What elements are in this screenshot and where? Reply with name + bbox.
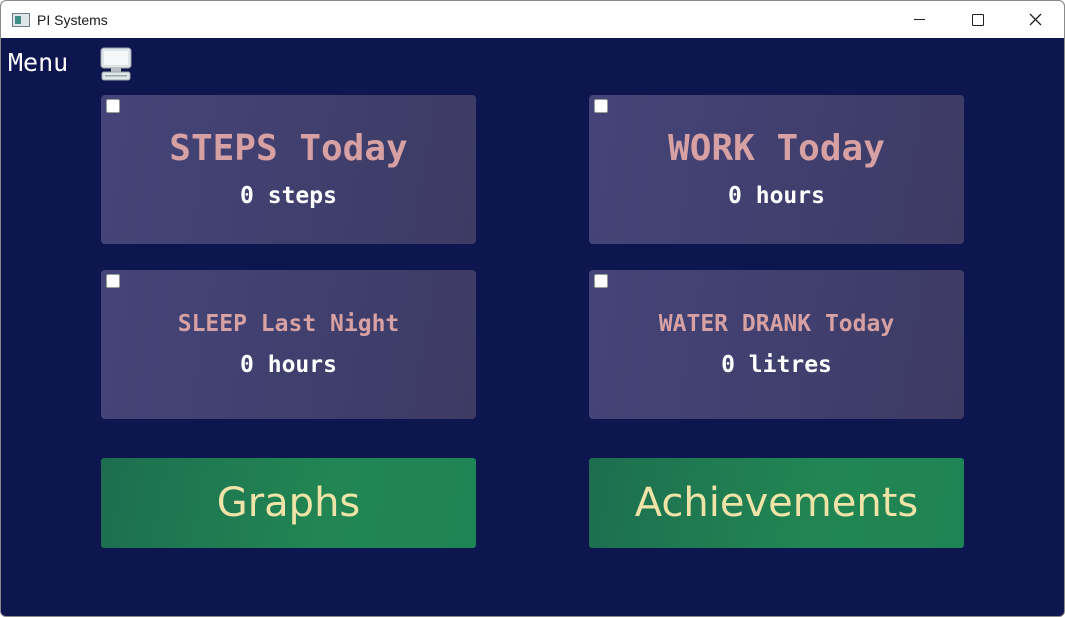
close-icon bbox=[1029, 13, 1042, 26]
graphs-button[interactable]: Graphs bbox=[101, 458, 476, 548]
sleep-card: SLEEP Last Night 0 hours bbox=[101, 270, 476, 419]
window-controls bbox=[890, 1, 1064, 38]
sleep-value: 0 hours bbox=[240, 352, 337, 378]
minimize-button[interactable] bbox=[890, 1, 948, 38]
water-card: WATER DRANK Today 0 litres bbox=[589, 270, 964, 419]
close-button[interactable] bbox=[1006, 1, 1064, 38]
sleep-title: SLEEP Last Night bbox=[177, 311, 400, 337]
work-checkbox[interactable] bbox=[594, 99, 608, 113]
work-card: WORK Today 0 hours bbox=[589, 95, 964, 244]
water-checkbox[interactable] bbox=[594, 274, 608, 288]
title-bar[interactable]: PI Systems bbox=[1, 1, 1064, 38]
computer-icon[interactable] bbox=[99, 46, 133, 82]
steps-title: STEPS Today bbox=[169, 128, 408, 169]
work-value: 0 hours bbox=[728, 183, 825, 209]
app-icon bbox=[12, 12, 30, 27]
app-window: PI Systems Menu STEPS Today 0 steps WORK… bbox=[0, 0, 1065, 617]
work-title: WORK Today bbox=[668, 128, 885, 169]
window-title: PI Systems bbox=[37, 11, 108, 28]
achievements-button[interactable]: Achievements bbox=[589, 458, 964, 548]
water-title: WATER DRANK Today bbox=[658, 311, 895, 337]
steps-value: 0 steps bbox=[240, 183, 337, 209]
main-content: Menu STEPS Today 0 steps WORK Today 0 ho… bbox=[1, 38, 1064, 616]
maximize-button[interactable] bbox=[948, 1, 1006, 38]
steps-checkbox[interactable] bbox=[106, 99, 120, 113]
menu-label[interactable]: Menu bbox=[8, 48, 68, 78]
steps-card: STEPS Today 0 steps bbox=[101, 95, 476, 244]
water-value: 0 litres bbox=[721, 352, 832, 378]
sleep-checkbox[interactable] bbox=[106, 274, 120, 288]
